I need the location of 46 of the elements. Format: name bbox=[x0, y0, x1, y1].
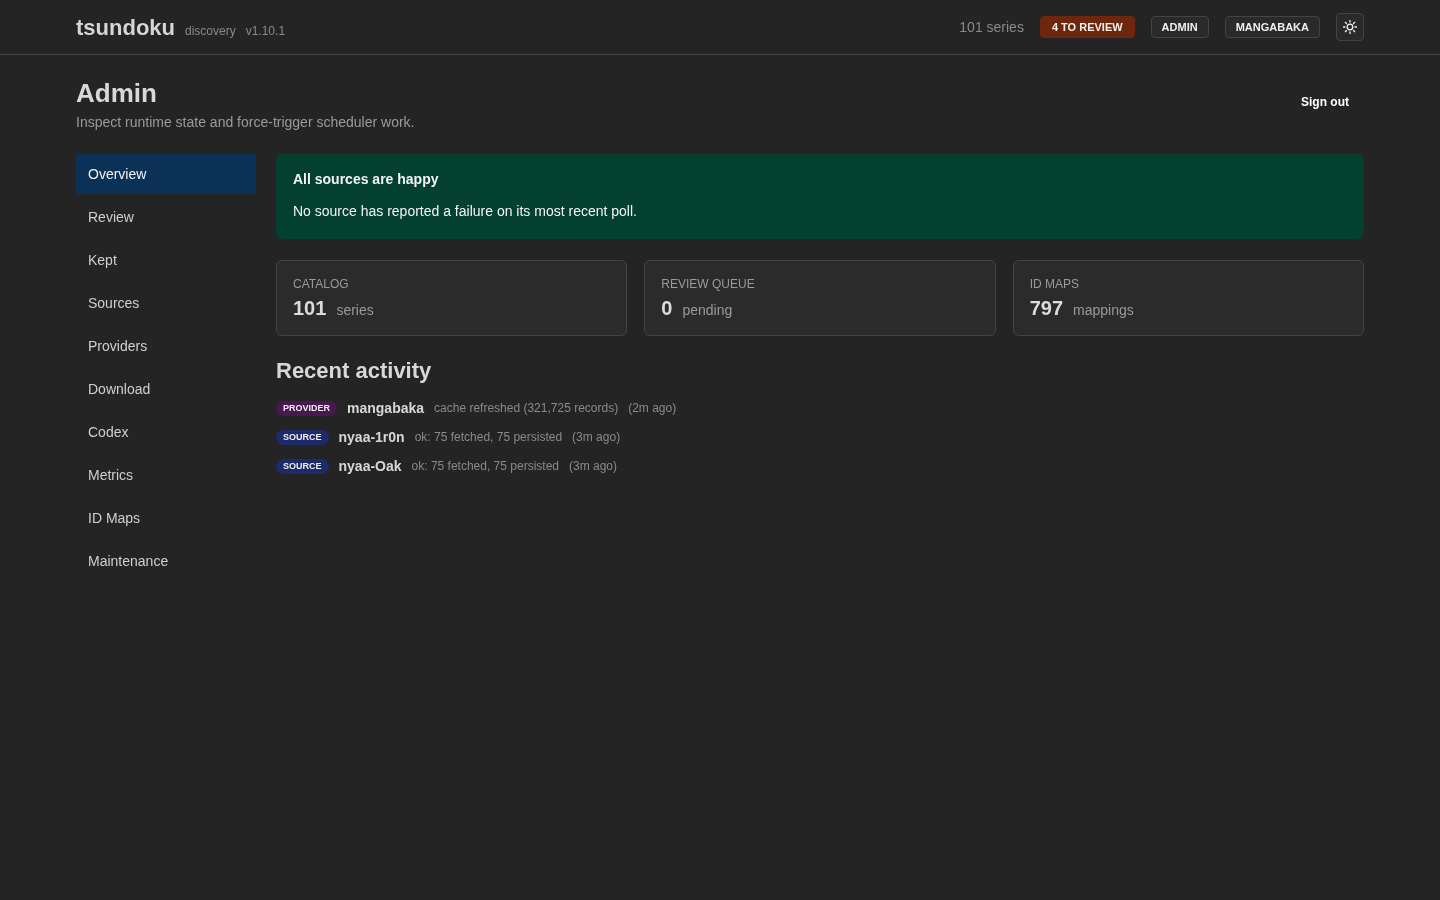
activity-time: (3m ago) bbox=[572, 430, 621, 444]
stat-unit: pending bbox=[682, 302, 733, 318]
activity-time: (2m ago) bbox=[628, 401, 677, 415]
activity-tag: SOURCE bbox=[276, 458, 329, 474]
stat-label: REVIEW QUEUE bbox=[661, 277, 756, 291]
sidebar-item[interactable]: Maintenance bbox=[76, 541, 256, 581]
sidebar-item[interactable]: Codex bbox=[76, 412, 256, 452]
activity-detail: ok: 75 fetched, 75 persisted bbox=[414, 430, 563, 444]
activity-time: (3m ago) bbox=[569, 459, 618, 473]
activity-tag: SOURCE bbox=[276, 429, 329, 445]
activity-name: nyaa-1r0n bbox=[338, 428, 405, 446]
stat-unit: series bbox=[336, 302, 374, 318]
activity-detail: ok: 75 fetched, 75 persisted bbox=[411, 459, 559, 473]
review-count-badge[interactable]: 4 TO REVIEW bbox=[1039, 16, 1135, 38]
sidebar-item[interactable]: Metrics bbox=[76, 455, 256, 495]
series-count: 101 series bbox=[959, 19, 1024, 35]
stat-value: 0 bbox=[661, 296, 673, 320]
stat-value: 797 bbox=[1029, 296, 1064, 320]
activity-tag: PROVIDER bbox=[276, 400, 337, 416]
account-button[interactable]: MANGABAKA bbox=[1224, 16, 1320, 38]
sidebar-item[interactable]: Review bbox=[76, 197, 256, 237]
activity-name: mangabaka bbox=[347, 399, 425, 417]
account-button[interactable]: ADMIN bbox=[1150, 16, 1209, 38]
theme-toggle-button[interactable] bbox=[1336, 13, 1364, 41]
version-label: v1.10.1 bbox=[245, 24, 286, 38]
activity-detail: cache refreshed (321,725 records) bbox=[434, 401, 619, 415]
sidebar-item[interactable]: Sources bbox=[76, 283, 256, 323]
sidebar-item[interactable]: Download bbox=[76, 369, 256, 409]
stat-value: 101 bbox=[293, 296, 327, 320]
section-heading: Recent activity bbox=[276, 357, 433, 384]
stat-label: ID MAPS bbox=[1029, 277, 1080, 291]
stat-label: CATALOG bbox=[293, 277, 350, 291]
brand-name: tsundoku bbox=[76, 15, 175, 41]
sidebar-item[interactable]: Providers bbox=[76, 326, 256, 366]
sun-icon bbox=[1343, 20, 1357, 34]
banner-title: All sources are happy bbox=[293, 171, 440, 188]
banner-message: No source has reported a failure on its most recent poll. bbox=[293, 203, 638, 220]
app-name: discovery bbox=[185, 24, 236, 38]
sidebar-item[interactable]: Overview bbox=[76, 154, 256, 194]
sign-out-button[interactable]: Sign out bbox=[1286, 89, 1364, 115]
sidebar-item[interactable]: ID Maps bbox=[76, 498, 256, 538]
page-title: Admin bbox=[76, 78, 158, 109]
page-subtitle: Inspect runtime state and force-trigger scheduler work. bbox=[76, 114, 415, 131]
sidebar-item[interactable]: Kept bbox=[76, 240, 256, 280]
stat-unit: mappings bbox=[1073, 302, 1134, 318]
activity-name: nyaa-Oak bbox=[338, 457, 402, 475]
